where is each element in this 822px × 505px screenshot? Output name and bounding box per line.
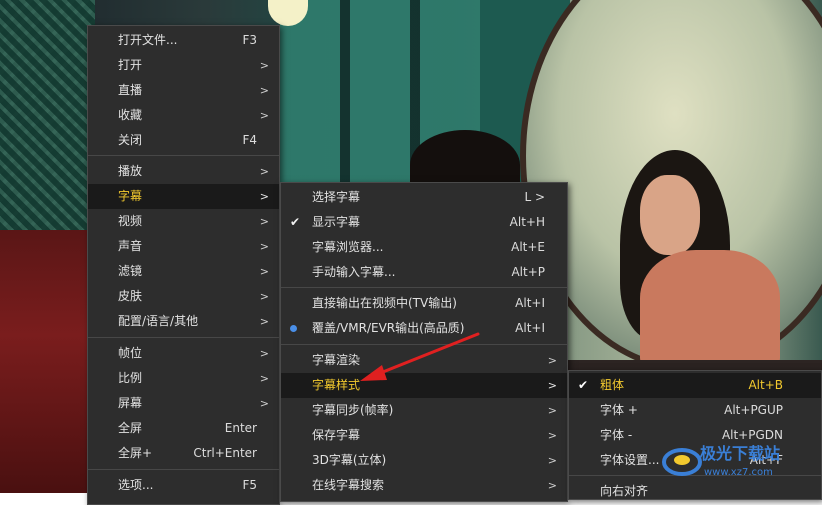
menu-item-fullscreen-plus[interactable]: 全屏+ Ctrl+Enter bbox=[88, 441, 279, 466]
chevron-right-icon: > bbox=[259, 372, 269, 385]
menu-separator bbox=[281, 287, 567, 288]
menu-item-select-subtitle[interactable]: 选择字幕 L > bbox=[281, 185, 567, 210]
menu-item-close[interactable]: 关闭 F4 bbox=[88, 128, 279, 153]
menu-item-filters[interactable]: 滤镜 > bbox=[88, 259, 279, 284]
chevron-right-icon: > bbox=[259, 215, 269, 228]
radio-selected-icon bbox=[290, 325, 297, 332]
checkmark-icon: ✔ bbox=[290, 215, 301, 229]
chevron-right-icon: > bbox=[547, 429, 557, 442]
subtitle-submenu: 选择字幕 L > ✔ 显示字幕 Alt+H 字幕浏览器... Alt+E 手动输… bbox=[280, 182, 568, 502]
menu-item-tv-output[interactable]: 直接输出在视频中(TV输出) Alt+I bbox=[281, 291, 567, 316]
chevron-right-icon: > bbox=[547, 454, 557, 467]
chevron-right-icon: > bbox=[547, 479, 557, 492]
chevron-right-icon: > bbox=[259, 190, 269, 203]
menu-separator bbox=[88, 469, 279, 470]
chevron-right-icon: > bbox=[259, 84, 269, 97]
chevron-right-icon: > bbox=[259, 59, 269, 72]
video-lattice-window bbox=[0, 0, 95, 230]
menu-item-3d-subtitle[interactable]: 3D字幕(立体) > bbox=[281, 448, 567, 473]
menu-item-frame-position[interactable]: 帧位 > bbox=[88, 341, 279, 366]
chevron-right-icon: > bbox=[547, 379, 557, 392]
video-red-curtain bbox=[0, 230, 95, 493]
menu-item-video[interactable]: 视频 > bbox=[88, 209, 279, 234]
menu-item-subtitles[interactable]: 字幕 > bbox=[88, 184, 279, 209]
menu-item-bold[interactable]: ✔ 粗体 Alt+B bbox=[569, 373, 821, 398]
menu-item-options[interactable]: 选项... F5 bbox=[88, 473, 279, 498]
menu-item-overlay-output[interactable]: 覆盖/VMR/EVR输出(高品质) Alt+I bbox=[281, 316, 567, 341]
chevron-right-icon: > bbox=[547, 354, 557, 367]
chevron-right-icon: > bbox=[547, 404, 557, 417]
video-woman-face bbox=[640, 175, 700, 255]
menu-item-config-language-other[interactable]: 配置/语言/其他 > bbox=[88, 309, 279, 334]
chevron-right-icon: > bbox=[259, 315, 269, 328]
menu-item-favorites[interactable]: 收藏 > bbox=[88, 103, 279, 128]
menu-separator bbox=[281, 344, 567, 345]
chevron-right-icon: > bbox=[259, 265, 269, 278]
menu-item-open[interactable]: 打开 > bbox=[88, 53, 279, 78]
menu-item-show-subtitles[interactable]: ✔ 显示字幕 Alt+H bbox=[281, 210, 567, 235]
watermark-swirl-icon bbox=[662, 448, 702, 476]
menu-item-subtitle-sync[interactable]: 字幕同步(帧率) > bbox=[281, 398, 567, 423]
menu-item-screen[interactable]: 屏幕 > bbox=[88, 391, 279, 416]
menu-item-live[interactable]: 直播 > bbox=[88, 78, 279, 103]
watermark-url: www.xz7.com bbox=[704, 467, 773, 478]
menu-item-open-file[interactable]: 打开文件... F3 bbox=[88, 28, 279, 53]
chevron-right-icon: > bbox=[259, 347, 269, 360]
menu-item-manual-subtitle-input[interactable]: 手动输入字幕... Alt+P bbox=[281, 260, 567, 285]
menu-item-skins[interactable]: 皮肤 > bbox=[88, 284, 279, 309]
menu-item-audio[interactable]: 声音 > bbox=[88, 234, 279, 259]
chevron-right-icon: > bbox=[259, 165, 269, 178]
menu-item-fullscreen[interactable]: 全屏 Enter bbox=[88, 416, 279, 441]
menu-item-aspect-ratio[interactable]: 比例 > bbox=[88, 366, 279, 391]
menu-separator bbox=[88, 337, 279, 338]
menu-item-online-subtitle-search[interactable]: 在线字幕搜索 > bbox=[281, 473, 567, 498]
chevron-right-icon: > bbox=[259, 109, 269, 122]
menu-item-subtitle-rendering[interactable]: 字幕渲染 > bbox=[281, 348, 567, 373]
menu-separator bbox=[88, 155, 279, 156]
chevron-right-icon: > bbox=[259, 240, 269, 253]
menu-item-save-subtitle[interactable]: 保存字幕 > bbox=[281, 423, 567, 448]
menu-item-subtitle-browser[interactable]: 字幕浏览器... Alt+E bbox=[281, 235, 567, 260]
video-woman-dress bbox=[640, 250, 780, 370]
menu-item-subtitle-style[interactable]: 字幕样式 > bbox=[281, 373, 567, 398]
checkmark-icon: ✔ bbox=[578, 378, 589, 392]
chevron-right-icon: > bbox=[259, 290, 269, 303]
watermark-text: 极光下载站 bbox=[700, 444, 781, 463]
chevron-right-icon: > bbox=[259, 397, 269, 410]
menu-item-font-larger[interactable]: 字体 + Alt+PGUP bbox=[569, 398, 821, 423]
menu-item-play[interactable]: 播放 > bbox=[88, 159, 279, 184]
main-context-menu: 打开文件... F3 打开 > 直播 > 收藏 > 关闭 F4 播放 > 字幕 … bbox=[87, 25, 280, 505]
